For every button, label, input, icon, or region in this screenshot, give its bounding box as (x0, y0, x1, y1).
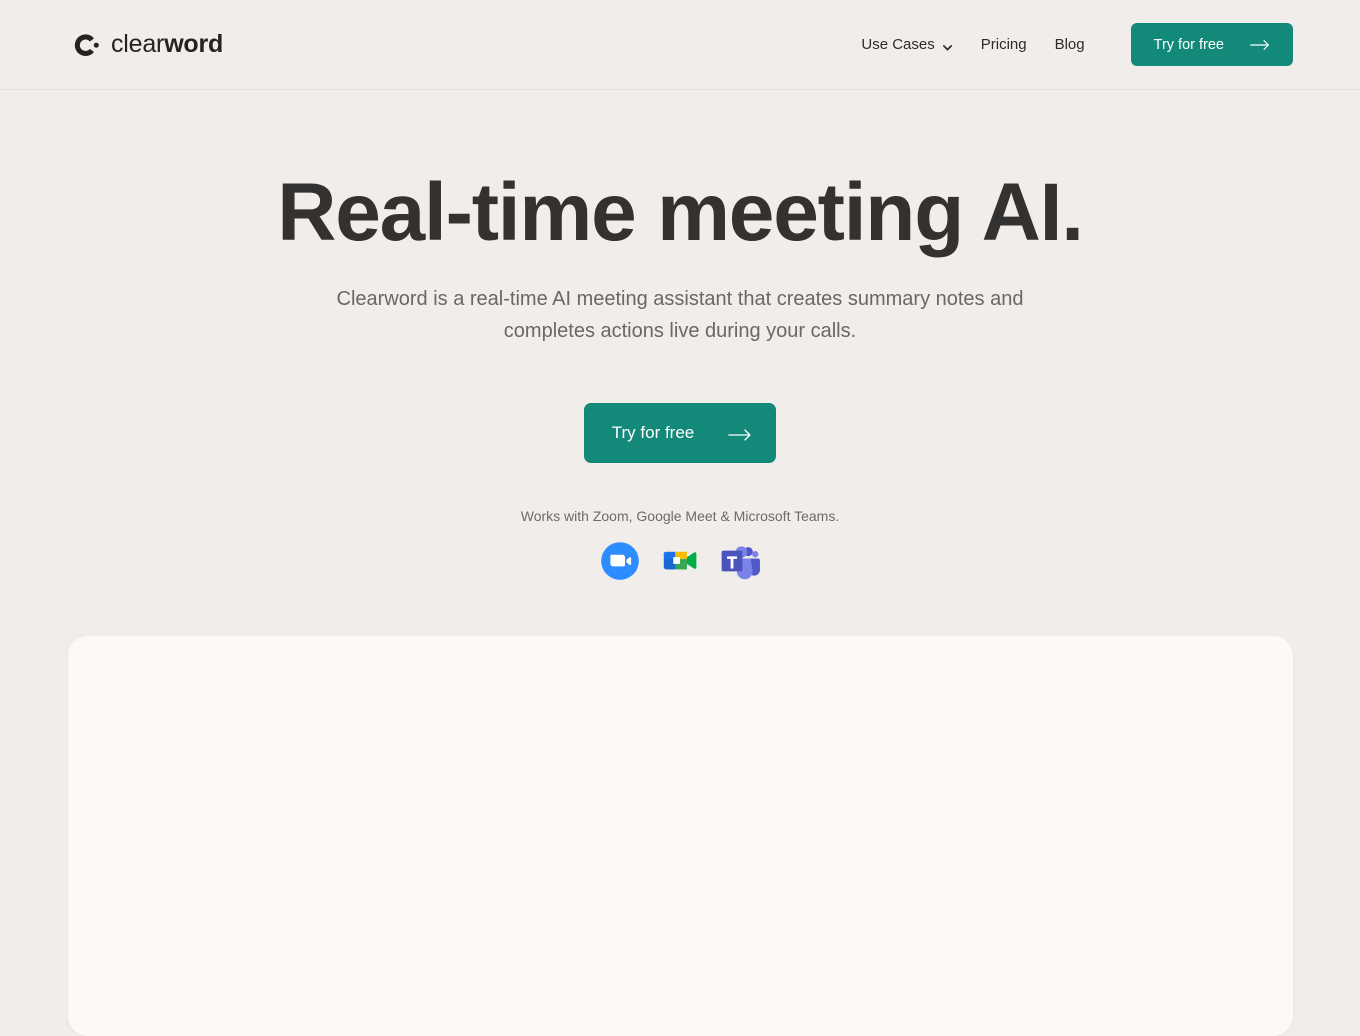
nav-item-label: Blog (1054, 36, 1085, 53)
nav-item-blog[interactable]: Blog (1041, 26, 1099, 63)
header-try-for-free-button[interactable]: Try for free (1130, 23, 1293, 66)
chevron-down-icon (942, 40, 953, 51)
page-title: Real-time meeting AI. (277, 167, 1084, 258)
hero-cta-label: Try for free (611, 423, 695, 443)
hero-cta-container: Try for free (0, 403, 1360, 464)
header-cta-label: Try for free (1153, 36, 1224, 53)
nav-item-label: Pricing (980, 36, 1027, 53)
main-navigation: Use Cases Pricing Blog Try for free (861, 23, 1293, 66)
nav-item-label: Use Cases (861, 36, 935, 53)
hero-subtitle: Clearword is a real-time AI meeting assi… (336, 288, 1024, 342)
works-with-caption: Works with Zoom, Google Meet & Microsoft… (520, 508, 840, 525)
integration-logos (0, 540, 1360, 582)
arrow-right-icon (728, 427, 751, 441)
nav-item-use-cases[interactable]: Use Cases (861, 26, 966, 63)
arrow-right-icon (1250, 39, 1270, 51)
microsoft-teams-icon (719, 540, 761, 582)
site-header: clearword Use Cases Pricing Blog Try for… (0, 0, 1360, 90)
zoom-icon (599, 540, 641, 582)
nav-item-pricing[interactable]: Pricing (967, 26, 1041, 63)
google-meet-icon (659, 540, 701, 582)
brand-logo[interactable]: clearword (68, 30, 223, 60)
product-preview-card (68, 636, 1293, 1036)
brand-name-light: clear (111, 30, 165, 58)
hero-try-for-free-button[interactable]: Try for free (583, 403, 777, 464)
brand-name-bold: word (164, 30, 224, 58)
hero-section: Real-time meeting AI. Clearword is a rea… (0, 90, 1360, 582)
clearword-c-dot-logo-icon (68, 30, 102, 60)
brand-wordmark: clearword (111, 32, 223, 57)
